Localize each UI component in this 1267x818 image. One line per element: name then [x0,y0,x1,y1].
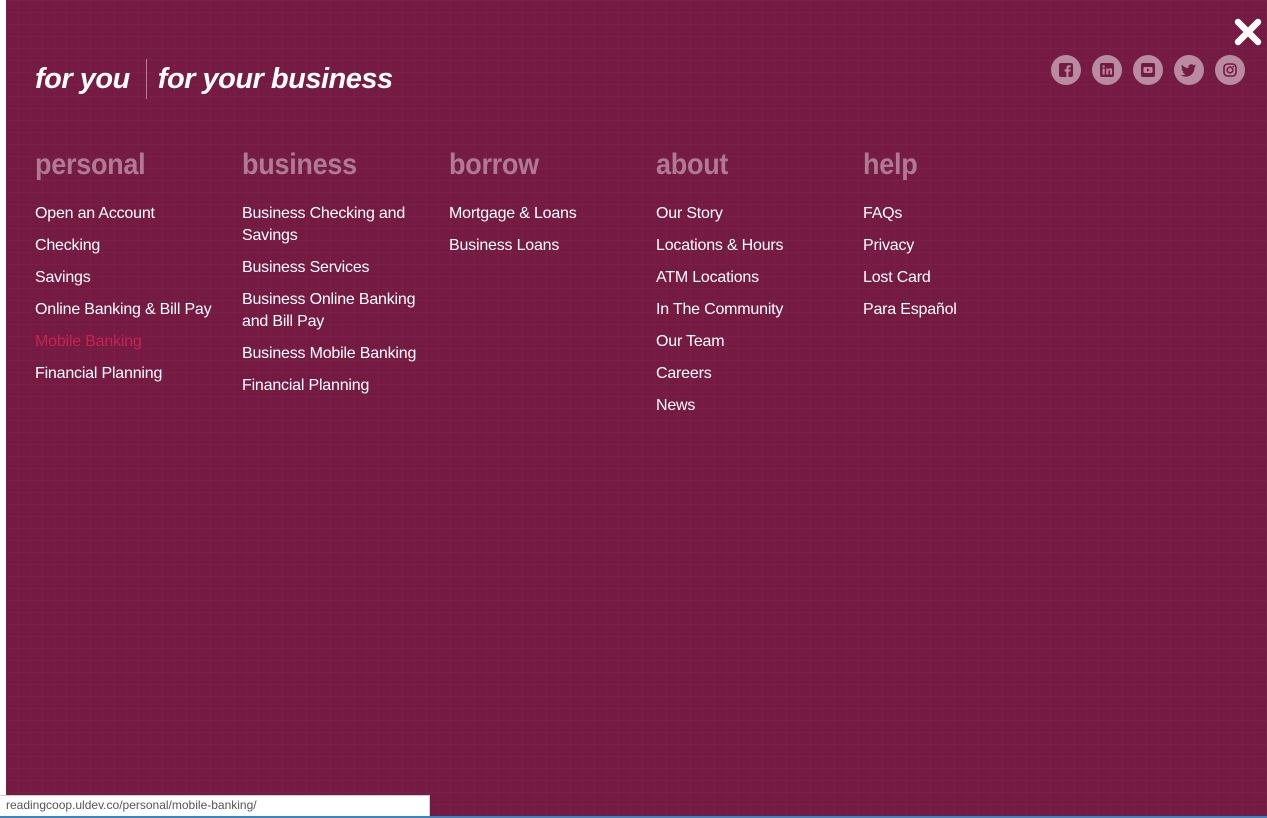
menu-link-atm-locations[interactable]: ATM Locations [656,267,836,289]
menu-list-personal: Open an Account Checking Savings Online … [35,203,242,385]
menu-link-savings[interactable]: Savings [35,267,215,289]
instagram-link[interactable] [1215,55,1245,85]
linkedin-link[interactable] [1092,55,1122,85]
twitter-link[interactable] [1174,55,1204,85]
menu-column-personal: personal Open an Account Checking Saving… [35,145,242,427]
menu-link-news[interactable]: News [656,395,836,417]
menu-heading-about[interactable]: about [656,145,842,185]
navigation-overlay: for you for your business personal Open … [6,0,1267,816]
menu-link-mortgage-loans[interactable]: Mortgage & Loans [449,203,629,225]
youtube-link[interactable] [1133,55,1163,85]
linkedin-icon [1100,63,1114,77]
menu-link-business-checking[interactable]: Business Checking and Savings [242,203,422,247]
menu-link-business-loans[interactable]: Business Loans [449,235,629,257]
menu-link-open-an-account[interactable]: Open an Account [35,203,215,225]
youtube-icon [1141,63,1155,77]
social-links [1051,55,1256,85]
menu-link-in-the-community[interactable]: In The Community [656,299,836,321]
menu-column-help: help FAQs Privacy Lost Card Para Español [863,145,1070,427]
mega-menu: personal Open an Account Checking Saving… [35,145,1070,427]
menu-link-lost-card[interactable]: Lost Card [863,267,1043,289]
menu-link-business-mobile-banking[interactable]: Business Mobile Banking [242,343,422,365]
facebook-link[interactable] [1051,55,1081,85]
menu-link-financial-planning[interactable]: Financial Planning [35,363,215,385]
menu-list-about: Our Story Locations & Hours ATM Location… [656,203,863,417]
menu-list-help: FAQs Privacy Lost Card Para Español [863,203,1070,321]
tab-divider [145,59,147,99]
close-button[interactable] [1232,16,1264,48]
menu-column-about: about Our Story Locations & Hours ATM Lo… [656,145,863,427]
menu-link-our-story[interactable]: Our Story [656,203,836,225]
menu-link-privacy[interactable]: Privacy [863,235,1043,257]
menu-column-business: business Business Checking and Savings B… [242,145,449,427]
menu-link-careers[interactable]: Careers [656,363,836,385]
menu-link-our-team[interactable]: Our Team [656,331,836,353]
menu-link-faqs[interactable]: FAQs [863,203,1043,225]
tab-for-your-business[interactable]: for your business [158,63,393,96]
menu-link-checking[interactable]: Checking [35,235,215,257]
menu-link-para-espanol[interactable]: Para Español [863,299,1043,321]
menu-column-borrow: borrow Mortgage & Loans Business Loans [449,145,656,427]
menu-link-business-services[interactable]: Business Services [242,257,422,279]
tab-for-you[interactable]: for you [35,63,130,96]
menu-link-business-financial-planning[interactable]: Financial Planning [242,375,422,397]
browser-status-bar: readingcoop.uldev.co/personal/mobile-ban… [0,795,430,816]
menu-link-locations-hours[interactable]: Locations & Hours [656,235,836,257]
close-icon [1234,18,1262,46]
menu-heading-borrow[interactable]: borrow [449,145,635,185]
menu-heading-business[interactable]: business [242,145,428,185]
menu-link-online-banking[interactable]: Online Banking & Bill Pay [35,299,215,321]
menu-link-business-online-banking[interactable]: Business Online Banking and Bill Pay [242,289,422,333]
menu-list-borrow: Mortgage & Loans Business Loans [449,203,656,257]
twitter-icon [1181,64,1196,77]
menu-link-mobile-banking[interactable]: Mobile Banking [35,331,215,353]
facebook-icon [1059,63,1073,77]
instagram-icon [1223,63,1237,77]
menu-heading-personal[interactable]: personal [35,145,221,185]
menu-heading-help[interactable]: help [863,145,1049,185]
audience-switcher: for you for your business [35,58,393,100]
menu-list-business: Business Checking and Savings Business S… [242,203,449,397]
